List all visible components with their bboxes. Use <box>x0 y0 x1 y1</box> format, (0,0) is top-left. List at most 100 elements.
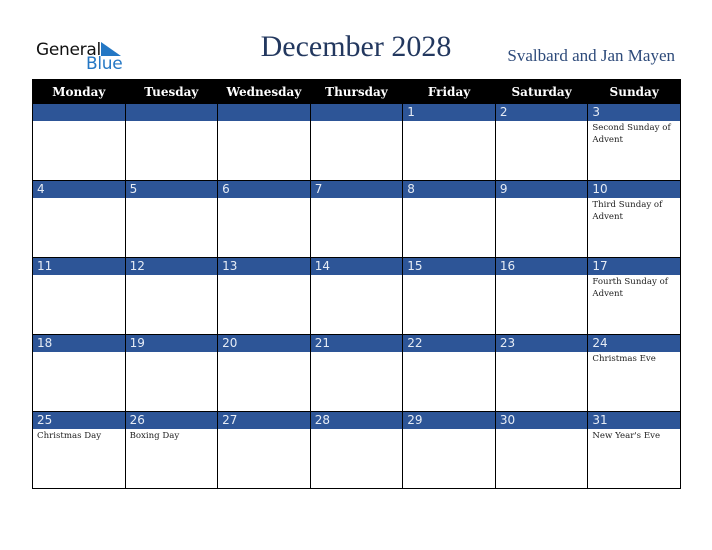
day-cell[interactable] <box>32 103 126 181</box>
day-number: 19 <box>125 335 218 352</box>
holiday-event <box>126 198 218 200</box>
day-cell[interactable]: 21 <box>309 334 404 412</box>
holiday-event <box>403 198 495 200</box>
holiday-event <box>218 121 310 123</box>
day-number: 6 <box>218 181 310 198</box>
holiday-event <box>33 198 125 200</box>
weekday-header-thursday: Thursday <box>309 79 404 104</box>
holiday-event: Christmas Day <box>37 431 102 441</box>
holiday-event <box>496 121 588 123</box>
day-cell[interactable]: 22 <box>402 334 496 412</box>
day-number: 22 <box>403 335 495 352</box>
holiday-event <box>311 198 403 200</box>
weekday-header-row: Monday Tuesday Wednesday Thursday Friday Satu… <box>32 79 681 104</box>
day-number: 7 <box>310 181 403 198</box>
day-cell[interactable]: 14 <box>309 257 404 335</box>
day-number: 1 <box>403 104 495 121</box>
day-cell[interactable]: 17 Fourth Sunday of Advent <box>587 257 681 335</box>
day-number <box>218 104 310 121</box>
day-number: 26 <box>125 412 218 429</box>
holiday-event: Third Sunday of Advent <box>592 200 663 222</box>
holiday-event <box>496 352 588 354</box>
day-cell[interactable]: 13 <box>217 257 311 335</box>
holiday-event <box>126 275 218 277</box>
day-cell[interactable]: 2 <box>494 103 589 181</box>
holiday-event <box>33 275 125 277</box>
day-number: 18 <box>33 335 125 352</box>
day-cell[interactable]: 3 Second Sunday of Advent <box>587 103 681 181</box>
day-cell[interactable]: 23 <box>494 334 589 412</box>
weekday-header-sunday: Sunday <box>587 79 681 104</box>
day-number: 28 <box>310 412 403 429</box>
day-cell[interactable]: 19 <box>124 334 219 412</box>
weekday-header-monday: Monday <box>32 79 126 104</box>
day-number: 17 <box>588 258 680 275</box>
day-cell[interactable]: 20 <box>217 334 311 412</box>
day-cell[interactable]: 18 <box>32 334 126 412</box>
day-cell[interactable]: 4 <box>32 180 126 258</box>
day-cell[interactable]: 6 <box>217 180 311 258</box>
day-cell[interactable]: 7 <box>309 180 404 258</box>
holiday-event <box>496 198 588 200</box>
day-number <box>33 104 125 121</box>
day-cell[interactable]: 24 Christmas Eve <box>587 334 681 412</box>
holiday-event: Second Sunday of Advent <box>592 123 671 145</box>
day-number: 25 <box>33 412 125 429</box>
holiday-event <box>311 352 403 354</box>
day-number: 24 <box>588 335 680 352</box>
week-row: 11 12 13 14 15 16 17 Fourth Sunday of Advent <box>32 257 681 335</box>
weekday-header-tuesday: Tuesday <box>124 79 219 104</box>
day-cell[interactable]: 26 Boxing Day <box>124 411 219 489</box>
holiday-event <box>403 121 495 123</box>
holiday-event <box>218 275 310 277</box>
day-cell[interactable]: 8 <box>402 180 496 258</box>
day-number: 31 <box>588 412 680 429</box>
day-cell[interactable]: 11 <box>32 257 126 335</box>
week-row: 1 2 3 Second Sunday of Advent <box>32 103 681 181</box>
day-number: 10 <box>588 181 680 198</box>
holiday-event <box>496 275 588 277</box>
week-row: 25 Christmas Day 26 Boxing Day 27 28 29 30 31 New… <box>32 411 681 489</box>
day-cell[interactable]: 31 New Year's Eve <box>587 411 681 489</box>
day-cell[interactable] <box>124 103 219 181</box>
day-number: 27 <box>218 412 310 429</box>
day-cell[interactable]: 9 <box>494 180 589 258</box>
day-number: 30 <box>495 412 588 429</box>
holiday-event <box>126 121 218 123</box>
day-number: 3 <box>588 104 680 121</box>
day-cell[interactable] <box>309 103 404 181</box>
day-cell[interactable]: 15 <box>402 257 496 335</box>
day-number: 11 <box>33 258 125 275</box>
day-cell[interactable]: 16 <box>494 257 589 335</box>
holiday-event <box>218 429 310 431</box>
day-cell[interactable] <box>217 103 311 181</box>
holiday-event <box>311 121 403 123</box>
day-cell[interactable]: 27 <box>217 411 311 489</box>
day-number: 16 <box>495 258 588 275</box>
weekday-header-saturday: Saturday <box>494 79 589 104</box>
day-cell[interactable]: 12 <box>124 257 219 335</box>
weekday-header-wednesday: Wednesday <box>217 79 311 104</box>
holiday-event: Christmas Eve <box>592 354 656 364</box>
month-year-label: December 2028 <box>260 30 452 63</box>
day-cell[interactable]: 28 <box>309 411 404 489</box>
holiday-event: New Year's Eve <box>592 431 661 441</box>
day-number: 29 <box>403 412 495 429</box>
day-number: 8 <box>403 181 495 198</box>
day-number: 20 <box>218 335 310 352</box>
day-cell[interactable]: 10 Third Sunday of Advent <box>587 180 681 258</box>
day-cell[interactable]: 30 <box>494 411 589 489</box>
day-number: 14 <box>310 258 403 275</box>
day-cell[interactable]: 5 <box>124 180 219 258</box>
holiday-event <box>311 275 403 277</box>
day-cell[interactable]: 29 <box>402 411 496 489</box>
day-cell[interactable]: 25 Christmas Day <box>32 411 126 489</box>
calendar-grid: Monday Tuesday Wednesday Thursday Friday Satu… <box>32 79 681 489</box>
day-cell[interactable]: 1 <box>402 103 496 181</box>
day-number: 21 <box>310 335 403 352</box>
holiday-event <box>218 352 310 354</box>
holiday-event <box>33 352 125 354</box>
region-label: Svalbard and Jan Mayen <box>507 46 675 65</box>
holiday-event <box>403 275 495 277</box>
day-number: 13 <box>218 258 310 275</box>
